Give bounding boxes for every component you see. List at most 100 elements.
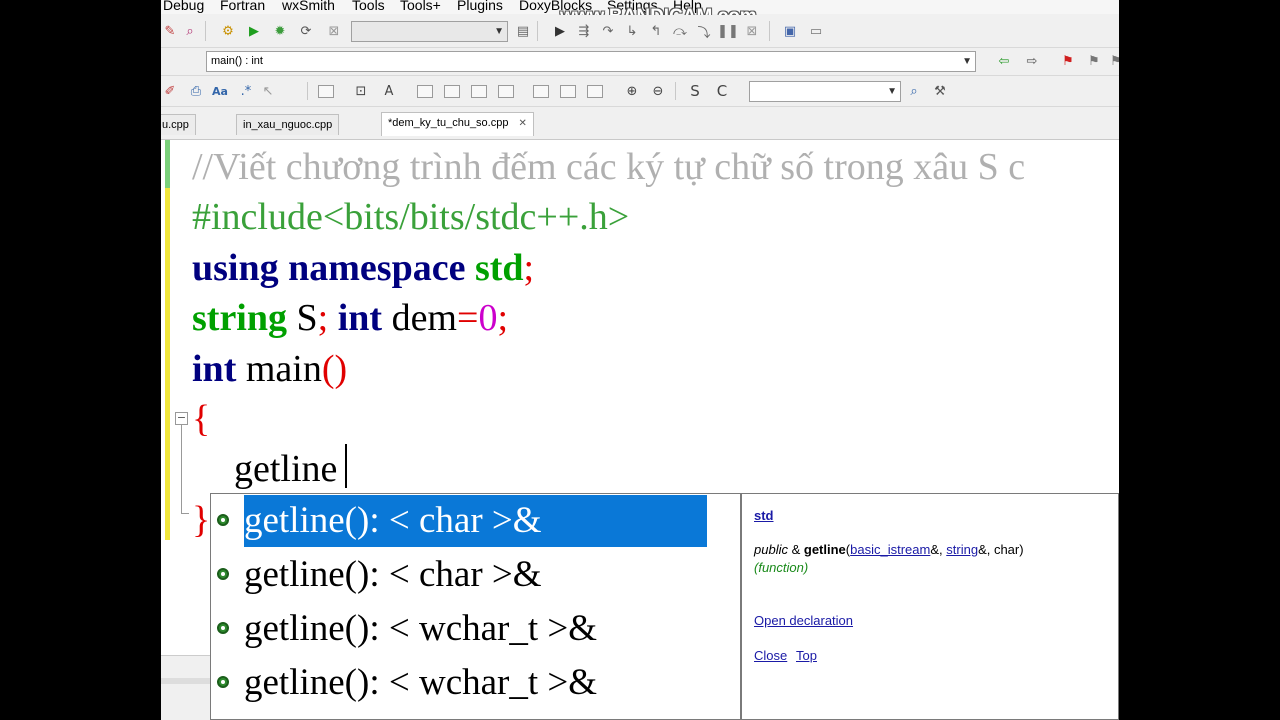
scope-select[interactable]: main() : int ▼ [206, 51, 976, 72]
fold-toggle-icon[interactable]: − [175, 412, 188, 425]
separator [205, 21, 206, 41]
separator [307, 82, 308, 100]
regex-icon[interactable]: .* [237, 82, 255, 100]
print-icon[interactable]: ⎙ [187, 82, 205, 100]
code-line-comment: //Viết chương trình đếm các ký tự chữ số… [192, 146, 1026, 188]
tab-in-xau-nguoc[interactable]: in_xau_nguoc.cpp [236, 114, 340, 135]
abort-icon[interactable]: ⊠ [325, 22, 343, 40]
chevron-down-icon: ▼ [887, 86, 897, 97]
code-line-using: using namespace std; [192, 247, 535, 289]
frame-icon[interactable] [560, 85, 576, 98]
saved-change-marker [165, 140, 170, 188]
shape-icon[interactable] [318, 85, 334, 98]
menu-wxsmith[interactable]: wxSmith [282, 0, 335, 13]
autocomplete-item[interactable]: getline(): < wchar_t >& [213, 657, 721, 709]
type-link-basic-istream[interactable]: basic_istream [850, 542, 930, 557]
image-icon[interactable]: ⊡ [352, 82, 370, 100]
autocomplete-list[interactable]: getline(): < char >& getline(): < char >… [210, 493, 741, 720]
namespace-link[interactable]: std [754, 508, 774, 523]
various-info-icon[interactable]: ▭ [807, 22, 825, 40]
select-icon[interactable]: ↖ [259, 82, 277, 100]
jump-forward-icon[interactable]: ⇨ [1023, 52, 1041, 70]
symbol-kind: (function) [754, 560, 809, 575]
next-line-icon[interactable]: ↷ [599, 22, 617, 40]
stop-debug-icon[interactable]: ⊠ [743, 22, 761, 40]
search-select[interactable]: ▼ [749, 81, 901, 102]
next-instruction-icon[interactable]: ⤼ [671, 22, 689, 40]
code-line-include: #include<bits/bits/stdc++.h> [192, 196, 630, 238]
menu-plugins[interactable]: Plugins [457, 0, 503, 13]
menu-debug[interactable]: Debug [163, 0, 204, 13]
step-into-icon[interactable]: ↳ [623, 22, 641, 40]
separator [675, 82, 676, 100]
fold-end [181, 513, 189, 514]
layout-icon[interactable] [444, 85, 460, 98]
tab-dem-ky-tu-chu-so[interactable]: *dem_ky_tu_chu_so.cpp ✕ [381, 112, 534, 136]
show-options-icon[interactable]: ▤ [514, 22, 532, 40]
type-link-string[interactable]: string [946, 542, 978, 557]
function-icon [217, 676, 229, 688]
s-icon[interactable]: S [686, 82, 704, 100]
fold-line [181, 425, 182, 513]
open-declaration-link[interactable]: Open declaration [754, 613, 853, 628]
top-link[interactable]: Top [796, 648, 817, 663]
run-to-cursor-icon[interactable]: ⇶ [575, 22, 593, 40]
autocomplete-item[interactable]: getline(): < char >& [213, 549, 721, 601]
build-target-select[interactable]: ▼ [351, 21, 508, 42]
layout-icon[interactable] [471, 85, 487, 98]
ide-window: Debug Fortran wxSmith Tools Tools+ Plugi… [161, 0, 1119, 720]
menu-tools-plus[interactable]: Tools+ [400, 0, 441, 13]
edit-toolbar: ✐ ⎙ Aa .* ↖ ⊡ A ⊕ ⊖ S C ▼ ⌕ ⚒ [161, 76, 1119, 107]
menu-tools[interactable]: Tools [352, 0, 385, 13]
frame-icon[interactable] [587, 85, 603, 98]
debug-continue-icon[interactable]: ▶ [551, 22, 569, 40]
layout-icon[interactable] [498, 85, 514, 98]
search-replace-icon[interactable]: ✎ [161, 22, 179, 40]
chevron-down-icon: ▼ [962, 56, 972, 67]
settings-icon[interactable]: ⚒ [931, 82, 949, 100]
code-line-open-brace: { [192, 398, 211, 440]
debug-windows-icon[interactable]: ▣ [781, 22, 799, 40]
menu-fortran[interactable]: Fortran [220, 0, 265, 13]
function-icon [217, 622, 229, 634]
code-line-close-brace: } [192, 499, 211, 541]
run-icon[interactable]: ▶ [245, 22, 263, 40]
match-case-icon[interactable]: Aa [211, 82, 229, 100]
jump-back-icon[interactable]: ⇦ [995, 52, 1013, 70]
text-caret [345, 444, 347, 488]
frame-icon[interactable] [533, 85, 549, 98]
rebuild-icon[interactable]: ⟳ [297, 22, 315, 40]
layout-icon[interactable] [417, 85, 433, 98]
step-out-icon[interactable]: ↰ [647, 22, 665, 40]
separator [537, 21, 538, 41]
code-line-declarations: string S; int dem=0; [192, 297, 508, 339]
close-link[interactable]: Close [754, 648, 787, 663]
prev-bookmark-icon[interactable]: ⚑ [1085, 52, 1103, 70]
find-icon[interactable]: ⌕ [181, 22, 199, 40]
code-completion-toolbar: main() : int ▼ ⇦ ⇨ ⚑ ⚑ ⚑ [161, 48, 1119, 76]
c-icon[interactable]: C [713, 82, 731, 100]
pause-icon[interactable]: ❚❚ [717, 22, 739, 40]
close-tab-icon[interactable]: ✕ [518, 118, 526, 129]
chevron-down-icon: ▼ [494, 26, 504, 37]
build-gear-icon[interactable]: ⚙ [219, 22, 237, 40]
code-line-main: int main() [192, 348, 348, 390]
function-icon [217, 514, 229, 526]
zoom-out-icon[interactable]: ⊖ [649, 82, 667, 100]
tab-u-cpp[interactable]: u.cpp [161, 114, 196, 135]
text-frame-icon[interactable]: A [380, 82, 398, 100]
function-icon [217, 568, 229, 580]
next-bookmark-icon[interactable]: ⚑ [1107, 52, 1119, 70]
build-run-icon[interactable]: ✹ [271, 22, 289, 40]
separator [769, 21, 770, 41]
build-toolbar: ✎ ⌕ ⚙ ▶ ✹ ⟳ ⊠ ▼ ▤ ▶ ⇶ ↷ ↳ ↰ ⤼ ⤵ ❚❚ ⊠ ▣ ▭ [161, 15, 1119, 48]
search-icon[interactable]: ⌕ [905, 82, 923, 100]
autocomplete-item[interactable]: getline(): < wchar_t >& [213, 603, 721, 655]
autocomplete-item[interactable]: getline(): < char >& [213, 495, 721, 547]
highlight-icon[interactable]: ✐ [161, 82, 179, 100]
function-signature: public & getline(basic_istream&, string&… [754, 542, 1024, 557]
step-instruction-icon[interactable]: ⤵ [695, 22, 713, 41]
toggle-bookmark-icon[interactable]: ⚑ [1059, 52, 1077, 70]
code-line-typed: getline [234, 448, 338, 490]
zoom-in-icon[interactable]: ⊕ [623, 82, 641, 100]
